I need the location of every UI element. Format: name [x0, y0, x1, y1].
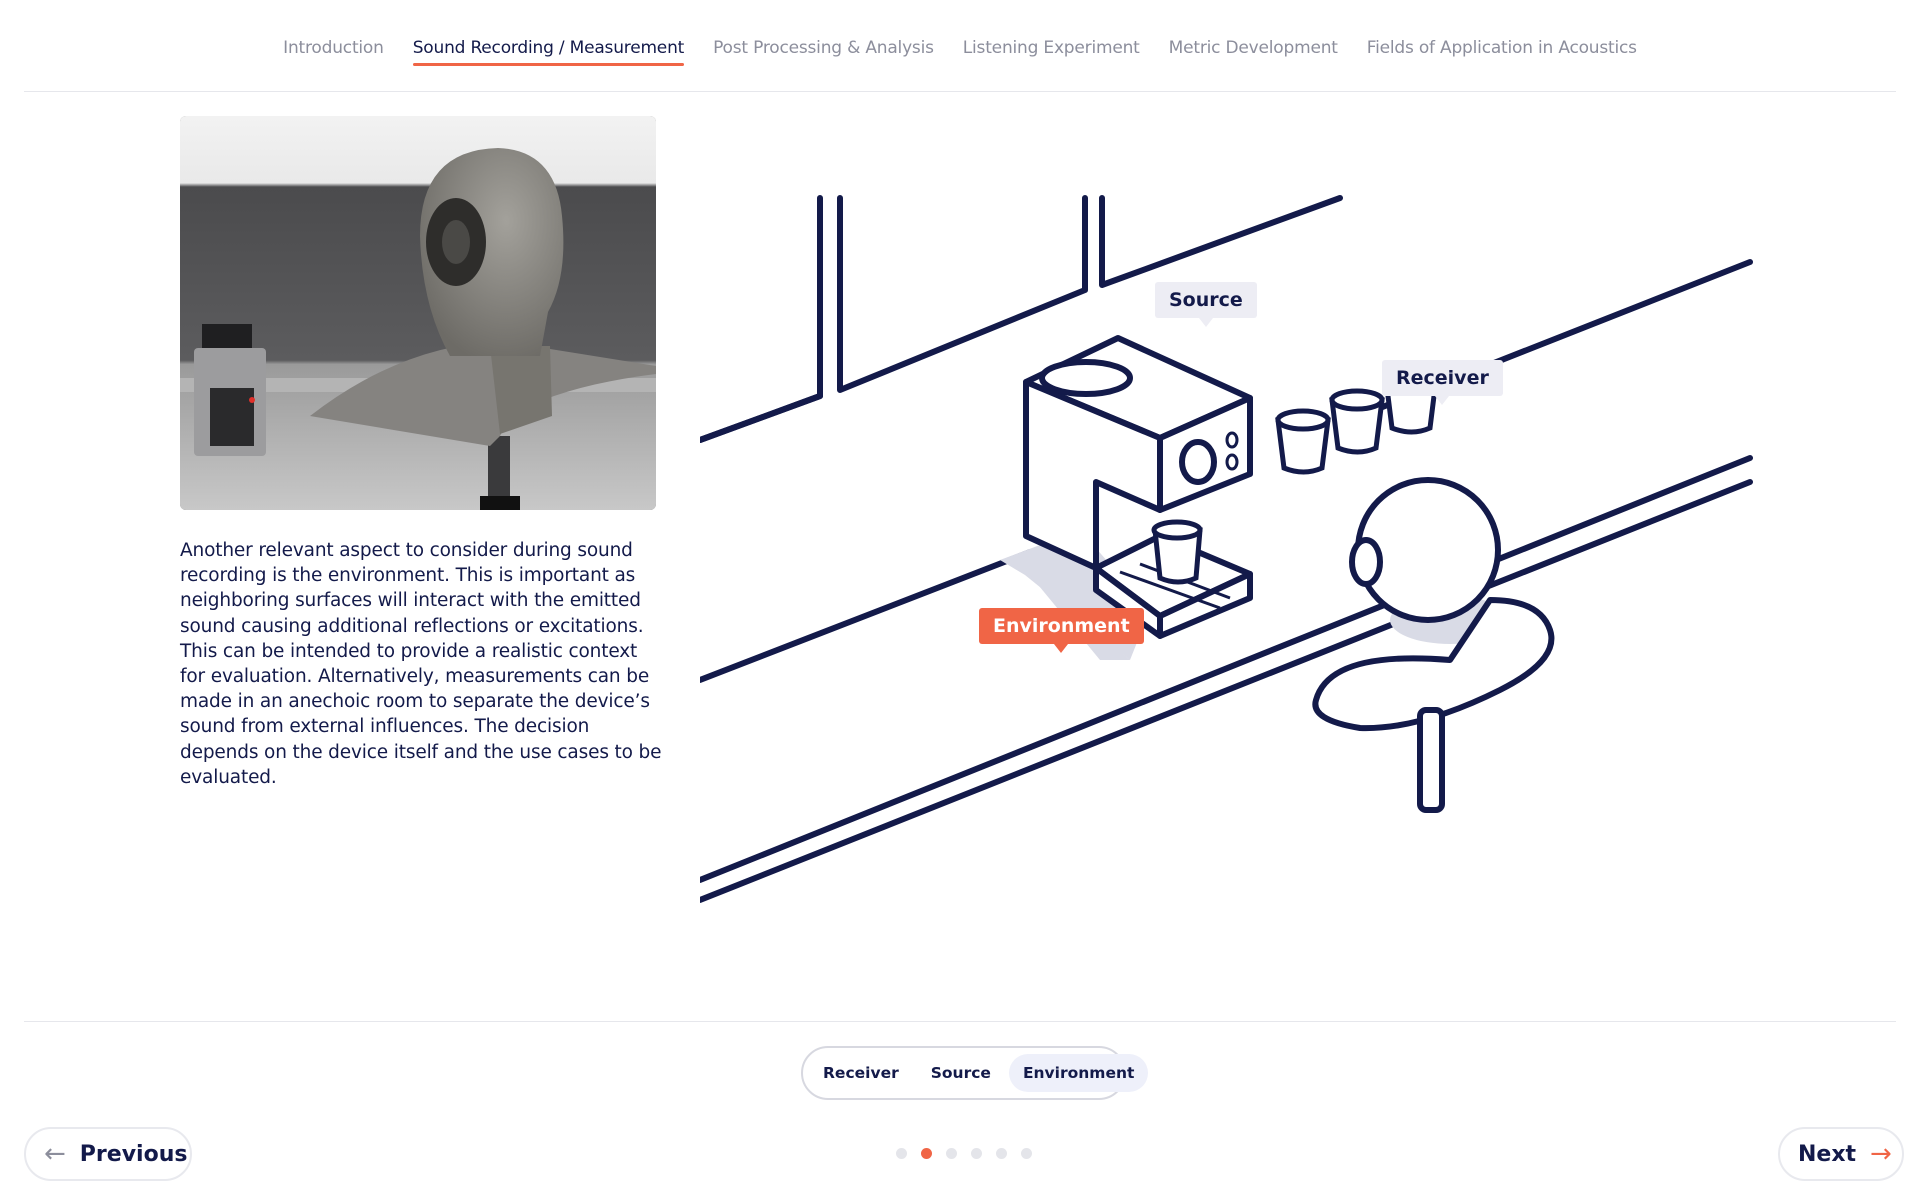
bottom-divider — [24, 1021, 1896, 1022]
next-button[interactable]: Next → — [1778, 1127, 1904, 1181]
tab-metric-development[interactable]: Metric Development — [1169, 32, 1338, 64]
arrow-right-icon: → — [1870, 1139, 1892, 1169]
segment-receiver[interactable]: Receiver — [809, 1054, 913, 1092]
pager-dot-2[interactable] — [921, 1148, 932, 1159]
tab-fields-of-application[interactable]: Fields of Application in Acoustics — [1367, 32, 1637, 64]
top-nav: Introduction Sound Recording / Measureme… — [24, 0, 1896, 92]
pager-dot-1[interactable] — [896, 1148, 907, 1159]
pager-dots — [896, 1148, 1032, 1159]
tab-introduction[interactable]: Introduction — [283, 32, 384, 64]
next-label: Next — [1798, 1141, 1857, 1167]
artificial-head-photo — [180, 116, 656, 510]
previous-label: Previous — [79, 1141, 188, 1167]
segment-source[interactable]: Source — [917, 1054, 1005, 1092]
pager-dot-6[interactable] — [1021, 1148, 1032, 1159]
topic-segmented-control: Receiver Source Environment — [801, 1046, 1149, 1100]
pager-dot-4[interactable] — [971, 1148, 982, 1159]
tab-sound-recording[interactable]: Sound Recording / Measurement — [412, 32, 685, 66]
environment-illustration: Source Receiver Environment — [697, 190, 1760, 910]
description-text: Another relevant aspect to consider duri… — [180, 540, 662, 788]
tab-post-processing[interactable]: Post Processing & Analysis — [713, 32, 934, 64]
arrow-left-icon: ← — [44, 1139, 66, 1169]
receiver-label: Receiver — [1382, 360, 1503, 405]
segment-environment[interactable]: Environment — [1008, 1054, 1149, 1092]
pager-dot-3[interactable] — [946, 1148, 957, 1159]
environment-label: Environment — [979, 608, 1144, 653]
source-label: Source — [1155, 282, 1257, 327]
pager-dot-5[interactable] — [996, 1148, 1007, 1159]
tab-listening-experiment[interactable]: Listening Experiment — [963, 32, 1140, 64]
previous-button[interactable]: ← Previous — [24, 1127, 192, 1181]
